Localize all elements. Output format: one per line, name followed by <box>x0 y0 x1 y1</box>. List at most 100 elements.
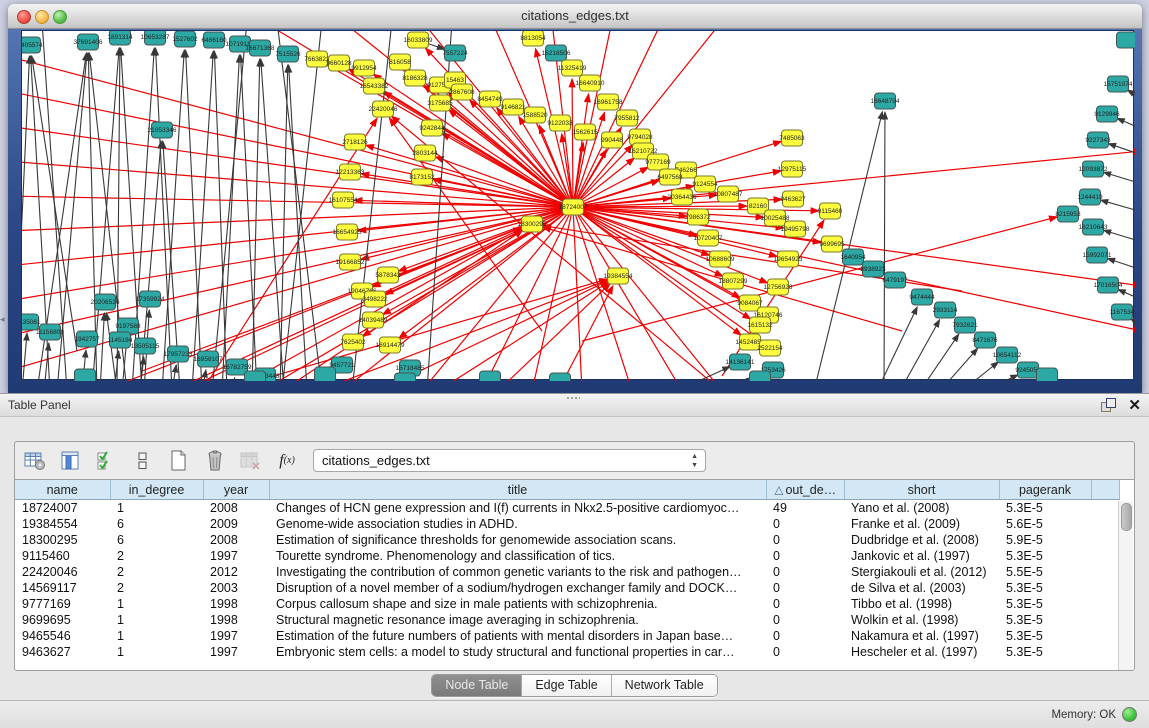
column-header-short[interactable]: short <box>844 480 999 500</box>
table-cell[interactable]: Nakamura et al. (1997) <box>844 628 999 644</box>
table-cell[interactable]: Stergiakouli et al. (2012) <box>844 564 999 580</box>
table-cell[interactable]: 1997 <box>203 644 269 660</box>
table-cell[interactable]: 0 <box>766 628 844 644</box>
graph-edge[interactable] <box>442 133 573 207</box>
graph-node[interactable]: 8173152 <box>409 169 435 185</box>
table-row[interactable]: 1872400712008Changes of HCN gene express… <box>15 500 1119 517</box>
graph-node[interactable]: 20206526 <box>91 294 120 310</box>
table-cell[interactable]: 14569117 <box>15 580 110 596</box>
table-cell[interactable]: 6 <box>110 532 203 548</box>
table-cell[interactable]: Estimation of the future numbers of pati… <box>269 628 766 644</box>
graph-node[interactable]: 9115460 <box>818 203 843 219</box>
table-cell[interactable]: 2012 <box>203 564 269 580</box>
network-graph[interactable]: 9405574376914061891314106532871527602646… <box>22 31 1135 381</box>
table-cell[interactable]: 1 <box>110 612 203 628</box>
graph-node[interactable]: 9129946 <box>1094 106 1120 122</box>
table-cell[interactable]: 5.5E-5 <box>999 564 1091 580</box>
graph-node[interactable]: 6497568 <box>657 169 683 185</box>
graph-node[interactable]: 9777169 <box>645 154 671 170</box>
table-cell[interactable]: 9115460 <box>15 548 110 564</box>
graph-node[interactable] <box>75 369 96 381</box>
table-cell[interactable]: 2009 <box>203 516 269 532</box>
graph-node[interactable]: 19495798 <box>781 221 810 237</box>
table-cell[interactable]: 9777169 <box>15 596 110 612</box>
table-row[interactable]: 1830029562008Estimation of significance … <box>15 532 1119 548</box>
table-cell[interactable]: 49 <box>766 500 844 517</box>
graph-edge[interactable] <box>422 207 573 381</box>
graph-node[interactable]: 7515526 <box>275 46 301 62</box>
table-cell[interactable]: 5.3E-5 <box>999 580 1091 596</box>
table-cell[interactable]: 5.6E-5 <box>999 516 1091 532</box>
graph-node[interactable]: 16958107 <box>194 351 223 367</box>
graph-node[interactable]: 8813054 <box>520 31 546 46</box>
zoom-window-button[interactable] <box>53 10 67 24</box>
graph-edge[interactable] <box>172 365 176 381</box>
graph-node[interactable]: 2867608 <box>449 84 475 100</box>
graph-node[interactable]: 1615132 <box>747 317 773 333</box>
graph-node[interactable]: 7485063 <box>779 130 805 146</box>
table-cell[interactable]: 18300295 <box>15 532 110 548</box>
graph-node[interactable]: 3498222 <box>362 291 388 307</box>
graph-node[interactable]: 37691406 <box>74 34 103 50</box>
table-cell[interactable]: 2 <box>110 548 203 564</box>
graph-node[interactable]: 1145194 <box>108 332 133 348</box>
graph-node[interactable]: 16210643 <box>1079 219 1108 235</box>
graph-node[interactable]: 8186328 <box>402 70 428 86</box>
table-cell[interactable]: 22420046 <box>15 564 110 580</box>
graph-edge[interactable] <box>186 50 202 381</box>
panel-collapse-arrow-icon[interactable]: ◂ <box>0 314 5 325</box>
function-builder-button[interactable]: f(x) <box>275 449 299 473</box>
graph-edge[interactable] <box>1107 258 1135 270</box>
panel-drag-handle[interactable] <box>566 396 580 400</box>
graph-node[interactable]: 2522154 <box>757 340 783 356</box>
table-mode-button[interactable] <box>23 449 47 473</box>
graph-edge[interactable] <box>498 284 610 381</box>
table-row[interactable]: 977716911998Corpus callosum shape and si… <box>15 596 1119 612</box>
graph-node[interactable]: 6466160 <box>201 32 227 48</box>
graph-node[interactable]: 7557224 <box>442 45 468 61</box>
graph-node[interactable]: 10807487 <box>714 186 743 202</box>
graph-node[interactable]: 12213363 <box>336 164 365 180</box>
graph-node[interactable]: 19654923 <box>774 251 803 267</box>
graph-node[interactable]: 1640954 <box>840 249 866 265</box>
table-cell[interactable]: 5.3E-5 <box>999 548 1091 564</box>
table-cell[interactable]: Embryonic stem cells: a model to study s… <box>269 644 766 660</box>
table-cell[interactable]: 0 <box>766 532 844 548</box>
column-header-year[interactable]: year <box>203 480 269 500</box>
graph-node[interactable]: 8215953 <box>1055 206 1081 222</box>
column-header-name[interactable]: name <box>15 480 110 500</box>
table-cell[interactable]: 0 <box>766 516 844 532</box>
graph-edge[interactable] <box>1104 230 1135 242</box>
graph-edge[interactable] <box>222 55 239 381</box>
graph-node[interactable]: 13505115 <box>131 338 160 354</box>
graph-node[interactable]: 16654925 <box>333 224 362 240</box>
graph-node[interactable] <box>750 371 771 381</box>
show-columns-button[interactable] <box>59 449 83 473</box>
graph-edge[interactable] <box>232 378 235 381</box>
table-cell[interactable]: 1997 <box>203 548 269 564</box>
graph-node[interactable]: 11325419 <box>558 60 587 76</box>
graph-edge[interactable] <box>100 313 104 381</box>
table-cell[interactable]: 5.3E-5 <box>999 500 1091 517</box>
graph-node[interactable]: 1891314 <box>107 31 133 45</box>
graph-node[interactable]: 1435061 <box>22 314 41 330</box>
table-cell[interactable]: 1 <box>110 500 203 517</box>
graph-node[interactable]: 7955812 <box>614 110 640 126</box>
column-header-pagerank[interactable]: pagerank <box>999 480 1091 500</box>
graph-node[interactable]: 1942757 <box>74 331 100 347</box>
graph-node[interactable]: 19384554 <box>604 268 633 284</box>
close-window-button[interactable] <box>17 10 31 24</box>
graph-node[interactable]: 9474444 <box>909 289 935 305</box>
graph-edge[interactable] <box>280 65 288 381</box>
table-cell[interactable]: Franke et al. (2009) <box>844 516 999 532</box>
graph-node[interactable]: 16671368 <box>246 40 275 56</box>
graph-node[interactable]: 1527602 <box>172 31 198 47</box>
graph-node[interactable]: 16961758 <box>594 94 623 110</box>
graph-node[interactable]: 17016504 <box>1094 277 1123 293</box>
graph-edge[interactable] <box>558 286 613 381</box>
table-cell[interactable]: 1998 <box>203 596 269 612</box>
graph-node[interactable]: 16640910 <box>576 75 605 91</box>
graph-edge[interactable] <box>202 370 206 381</box>
graph-edge[interactable] <box>1117 118 1135 129</box>
graph-node[interactable]: 15751074 <box>1104 76 1133 92</box>
